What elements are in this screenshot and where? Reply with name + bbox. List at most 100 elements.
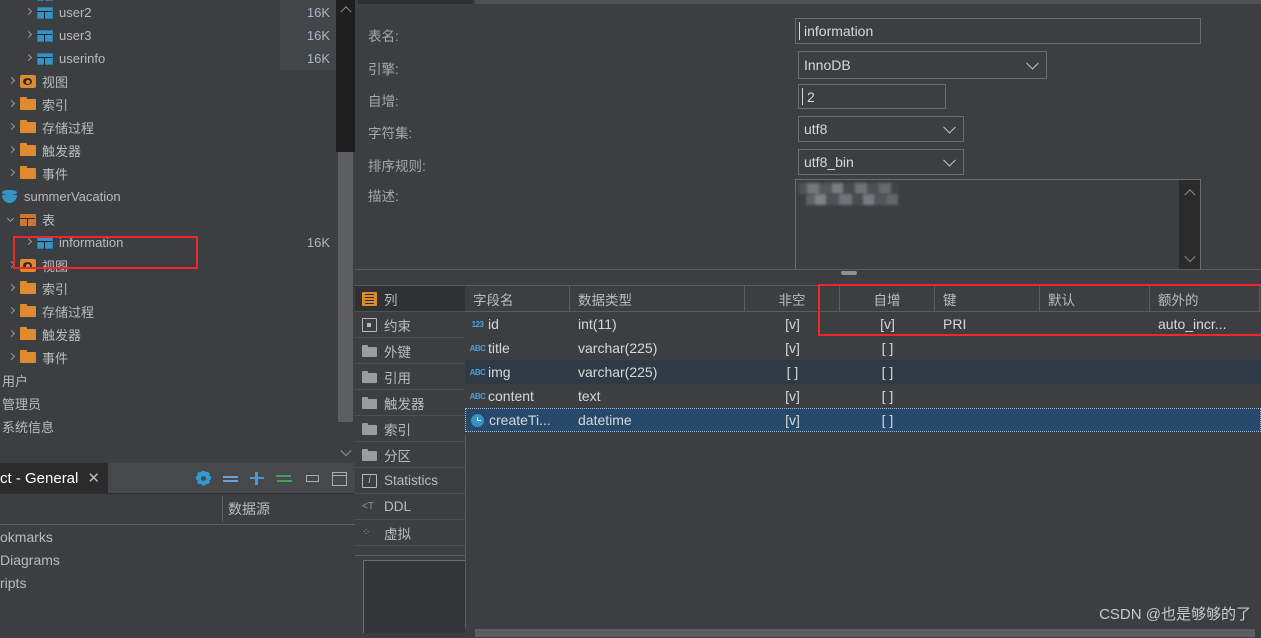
tree-item-存储过程[interactable]: 存储过程 <box>0 300 355 323</box>
collation-select[interactable]: utf8_bin <box>798 149 964 175</box>
chevron-right-icon[interactable] <box>6 145 17 156</box>
tree-item-触发器[interactable]: 触发器 <box>0 323 355 346</box>
chevron-right-icon[interactable] <box>23 7 34 18</box>
editor-tab-rest[interactable] <box>475 0 1261 4</box>
panel-layout-icon[interactable] <box>330 470 347 487</box>
chevron-down-icon[interactable] <box>943 120 956 134</box>
grid-cell-auto_inc[interactable]: [ ] <box>840 340 935 356</box>
grid-body[interactable]: 123 id int(11) [v] [v] PRI auto_incr... ABC titl… <box>465 312 1261 432</box>
grid-cell-type[interactable]: text <box>570 388 745 404</box>
gear-icon[interactable] <box>195 470 212 487</box>
grid-column-header[interactable]: 额外的 <box>1150 286 1260 311</box>
charset-select[interactable]: utf8 <box>798 116 964 142</box>
structure-tab-list[interactable]: 列约束 外键 引用 触发器 索引 分区 i Statistics <T DDL ⁘ 虚拟 <box>355 285 466 556</box>
grid-column-header[interactable]: 数据类型 <box>570 286 745 311</box>
grid-cell-type[interactable]: varchar(225) <box>570 340 745 356</box>
grid-cell-name[interactable]: ABC img <box>465 364 570 380</box>
editor-tab-bar[interactable] <box>355 0 1261 7</box>
chevron-down-icon[interactable] <box>6 214 17 225</box>
grid-cell-auto_inc[interactable]: [ ] <box>840 412 935 428</box>
chevron-down-icon[interactable] <box>943 153 956 167</box>
grid-cell-type[interactable]: datetime <box>570 412 745 428</box>
grid-cell-auto_inc[interactable]: [ ] <box>840 388 935 404</box>
scroll-up-arrow-icon[interactable] <box>336 0 355 17</box>
scroll-thumb[interactable] <box>475 629 1255 637</box>
add-icon[interactable] <box>249 470 266 487</box>
table-name-input[interactable]: information <box>795 18 1201 44</box>
engine-select[interactable]: InnoDB <box>798 51 1047 79</box>
tree-vertical-scrollbar[interactable] <box>336 0 355 460</box>
chevron-right-icon[interactable] <box>23 53 34 64</box>
structure-tab-Statistics[interactable]: i Statistics <box>355 468 465 494</box>
chevron-right-icon[interactable] <box>23 30 34 41</box>
description-scrollbar[interactable] <box>1179 180 1200 270</box>
grid-column-header[interactable]: 自增 <box>840 286 935 311</box>
chevron-right-icon[interactable] <box>23 237 34 248</box>
grid-column-header[interactable]: 字段名 <box>465 286 570 311</box>
chevron-down-icon[interactable] <box>1026 56 1039 70</box>
structure-tab-列[interactable]: 列 <box>355 286 465 312</box>
grid-column-header[interactable]: 键 <box>935 286 1040 311</box>
horizontal-splitter[interactable] <box>355 269 1261 278</box>
chevron-right-icon[interactable] <box>6 283 17 294</box>
grid-header-row[interactable]: 字段名 数据类型 非空 自增键默认 额外的 <box>465 285 1261 312</box>
grid-column-header[interactable]: 非空 <box>745 286 840 311</box>
column-divider[interactable] <box>222 496 223 522</box>
grid-cell-not_null[interactable]: [v] <box>745 316 840 332</box>
grid-cell-type[interactable]: varchar(225) <box>570 364 745 380</box>
panel-list-item[interactable]: okmarks <box>0 525 355 548</box>
chevron-right-icon[interactable] <box>6 352 17 363</box>
grid-cell-type[interactable]: int(11) <box>570 316 745 332</box>
grid-cell-not_null[interactable]: [v] <box>745 388 840 404</box>
splitter-grip[interactable] <box>841 271 857 275</box>
scroll-down-arrow-icon[interactable] <box>336 443 355 460</box>
structure-tab-约束[interactable]: 约束 <box>355 312 465 338</box>
table-row[interactable]: createTi... datetime [v][ ] <box>465 408 1261 432</box>
chevron-right-icon[interactable] <box>6 306 17 317</box>
grid-cell-name[interactable]: ABC title <box>465 340 570 356</box>
tree-item-user3[interactable]: user3 16K <box>0 24 355 47</box>
structure-tab-引用[interactable]: 引用 <box>355 364 465 390</box>
table-row[interactable]: ABC content text [v][ ] <box>465 384 1261 408</box>
scroll-thumb[interactable] <box>338 152 353 422</box>
tree-item-索引[interactable]: 索引 <box>0 93 355 116</box>
sync-icon[interactable] <box>276 470 293 487</box>
panel-item-list[interactable]: okmarks Diagrams ripts <box>0 525 355 594</box>
tree-item-用户[interactable]: 用户 <box>0 369 355 392</box>
grid-cell-name[interactable]: 123 id <box>465 316 570 332</box>
chevron-right-icon[interactable] <box>6 168 17 179</box>
columns-grid[interactable]: 字段名 数据类型 非空 自增键默认 额外的 123 id int(11) [v] [v] PRI a… <box>465 285 1261 435</box>
panel-list-item[interactable]: ripts <box>0 571 355 594</box>
collapse-all-icon[interactable] <box>222 470 239 487</box>
tree-item-触发器[interactable]: 触发器 <box>0 139 355 162</box>
database-tree-list[interactable]: file16Kuser216Kuser316Kuserinfo16K视图索引存储… <box>0 0 355 438</box>
structure-tab-分区[interactable]: 分区 <box>355 442 465 468</box>
grid-cell-not_null[interactable]: [v] <box>745 340 840 356</box>
tree-item-user2[interactable]: user2 16K <box>0 1 355 24</box>
grid-cell-not_null[interactable]: [v] <box>745 412 840 428</box>
grid-cell-key[interactable]: PRI <box>935 316 1040 332</box>
grid-cell-auto_inc[interactable]: [ ] <box>840 364 935 380</box>
table-row[interactable]: ABC title varchar(225) [v][ ] <box>465 336 1261 360</box>
grid-column-header[interactable]: 默认 <box>1040 286 1150 311</box>
structure-tab-虚拟[interactable]: ⁘ 虚拟 <box>355 520 465 546</box>
grid-cell-not_null[interactable]: [ ] <box>745 364 840 380</box>
database-tree-panel[interactable]: file16Kuser216Kuser316Kuserinfo16K视图索引存储… <box>0 0 355 460</box>
tree-item-表[interactable]: 表 <box>0 208 355 231</box>
tree-item-视图[interactable]: 视图 <box>0 70 355 93</box>
panel-toolbar[interactable] <box>195 463 347 493</box>
tree-item-管理员[interactable]: 管理员 <box>0 392 355 415</box>
structure-tab-索引[interactable]: 索引 <box>355 416 465 442</box>
chevron-right-icon[interactable] <box>6 76 17 87</box>
scroll-up-arrow-icon[interactable] <box>1179 182 1200 202</box>
chevron-right-icon[interactable] <box>6 260 17 271</box>
close-icon[interactable]: ✕ <box>87 471 100 486</box>
grid-cell-name[interactable]: createTi... <box>465 412 570 428</box>
scroll-track-upper[interactable] <box>336 0 355 152</box>
scroll-down-arrow-icon[interactable] <box>1179 248 1200 268</box>
chevron-right-icon[interactable] <box>6 122 17 133</box>
structure-tab-DDL[interactable]: <T DDL <box>355 494 465 520</box>
tree-item-summerVacation[interactable]: summerVacation <box>0 185 355 208</box>
structure-tab-外键[interactable]: 外键 <box>355 338 465 364</box>
editor-tab-active[interactable] <box>358 0 473 4</box>
